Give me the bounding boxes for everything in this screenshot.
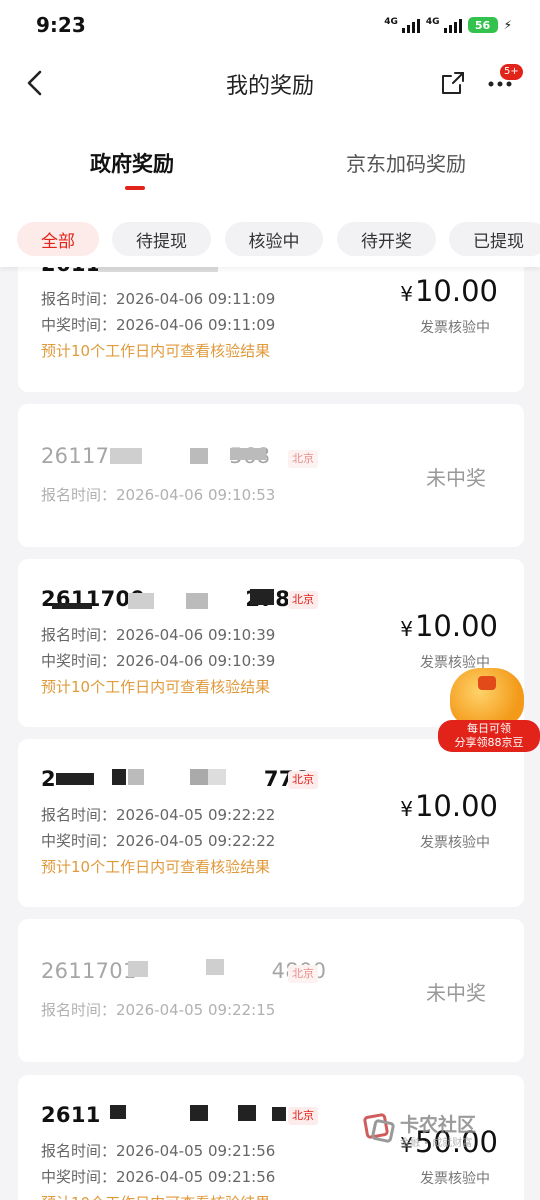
register-time: 报名时间：2026-04-06 09:10:53 xyxy=(41,486,276,504)
win-time: 中奖时间：2026-04-06 09:10:39 xyxy=(41,652,276,670)
redaction-mask xyxy=(190,448,208,464)
register-time: 报名时间：2026-04-05 09:22:15 xyxy=(41,1001,276,1019)
filter-all[interactable]: 全部 xyxy=(17,222,99,256)
redaction-mask xyxy=(110,448,142,464)
watermark-title: 卡农社区 xyxy=(400,1114,477,1136)
register-time: 报名时间：2026-04-05 09:22:22 xyxy=(41,806,276,824)
redaction-mask xyxy=(272,1107,286,1121)
city-tag: 北京 xyxy=(288,771,318,789)
redaction-mask xyxy=(208,769,226,785)
register-time: 报名时间：2026-04-06 09:10:39 xyxy=(41,626,276,644)
reward-status: 发票核验中 xyxy=(420,1171,490,1187)
redaction-mask xyxy=(238,1105,256,1121)
filter-bar: 全部 待提现 核验中 待开奖 已提现 xyxy=(0,210,540,267)
floating-promo[interactable]: 每日可领 分享领88京豆 xyxy=(438,668,540,754)
promo-label: 每日可领 分享领88京豆 xyxy=(438,720,540,752)
reward-card[interactable]: 26117568 北京 报名时间：2026-04-06 09:10:53 未中奖 xyxy=(18,404,524,547)
register-time: 报名时间：2026-04-05 09:21:56 xyxy=(41,1142,276,1160)
result-no-win: 未中奖 xyxy=(426,981,486,1005)
result-no-win: 未中奖 xyxy=(426,466,486,490)
register-time: 报名时间：2026-04-06 09:11:09 xyxy=(41,290,276,308)
redaction-mask xyxy=(230,448,266,460)
redaction-mask xyxy=(186,593,208,609)
city-tag: 北京 xyxy=(288,965,318,983)
verification-hint: 预计10个工作日内可查看核验结果 xyxy=(41,342,271,360)
redaction-mask xyxy=(128,593,154,609)
reward-list: 2611 报名时间：2026-04-06 09:11:09 中奖时间：2026-… xyxy=(0,0,540,1200)
city-tag: 北京 xyxy=(288,1107,318,1125)
lucky-bag-icon xyxy=(450,668,524,726)
redaction-mask xyxy=(56,773,94,785)
verification-hint: 预计10个工作日内可查看核验结果 xyxy=(41,1192,270,1200)
reward-amount: ¥10.00 xyxy=(400,274,498,308)
reward-card[interactable]: 2 776 北京 报名时间：2026-04-05 09:22:22 中奖时间：20… xyxy=(18,739,524,907)
reward-amount: ¥10.00 xyxy=(400,789,498,823)
verification-hint: 预计10个工作日内可查看核验结果 xyxy=(41,858,271,876)
reward-status: 发票核验中 xyxy=(420,835,490,851)
redaction-mask xyxy=(190,769,208,785)
reward-amount: ¥10.00 xyxy=(400,609,498,643)
order-number: 2611 xyxy=(41,1103,101,1127)
reward-status: 发票核验中 xyxy=(420,320,490,336)
filter-pending-withdraw[interactable]: 待提现 xyxy=(112,222,211,256)
city-tag: 北京 xyxy=(288,450,318,468)
win-time: 中奖时间：2026-04-05 09:21:56 xyxy=(41,1168,276,1186)
redaction-mask xyxy=(190,1105,208,1121)
redaction-mask xyxy=(112,769,126,785)
filter-pending-draw[interactable]: 待开奖 xyxy=(337,222,436,256)
redaction-mask xyxy=(128,961,148,977)
win-time: 中奖时间：2026-04-06 09:11:09 xyxy=(41,316,276,334)
reward-card[interactable]: 26117014800 北京 报名时间：2026-04-05 09:22:15 … xyxy=(18,919,524,1062)
city-tag: 北京 xyxy=(288,591,318,609)
redaction-mask xyxy=(250,589,274,605)
redaction-mask xyxy=(128,769,144,785)
win-time: 中奖时间：2026-04-05 09:22:22 xyxy=(41,832,276,850)
redaction-mask xyxy=(110,1105,126,1119)
filter-verifying[interactable]: 核验中 xyxy=(225,222,323,256)
order-number: 26117014800 xyxy=(41,959,326,983)
redaction-mask xyxy=(52,603,92,609)
redaction-mask xyxy=(206,959,224,975)
watermark-subtitle: 金融 • 成就财富 xyxy=(400,1138,473,1149)
filter-withdrawn[interactable]: 已提现 xyxy=(449,222,540,256)
verification-hint: 预计10个工作日内可查看核验结果 xyxy=(41,678,271,696)
watermark: 卡农社区 金融 • 成就财富 xyxy=(362,1110,512,1154)
watermark-logo-icon xyxy=(363,1113,395,1143)
